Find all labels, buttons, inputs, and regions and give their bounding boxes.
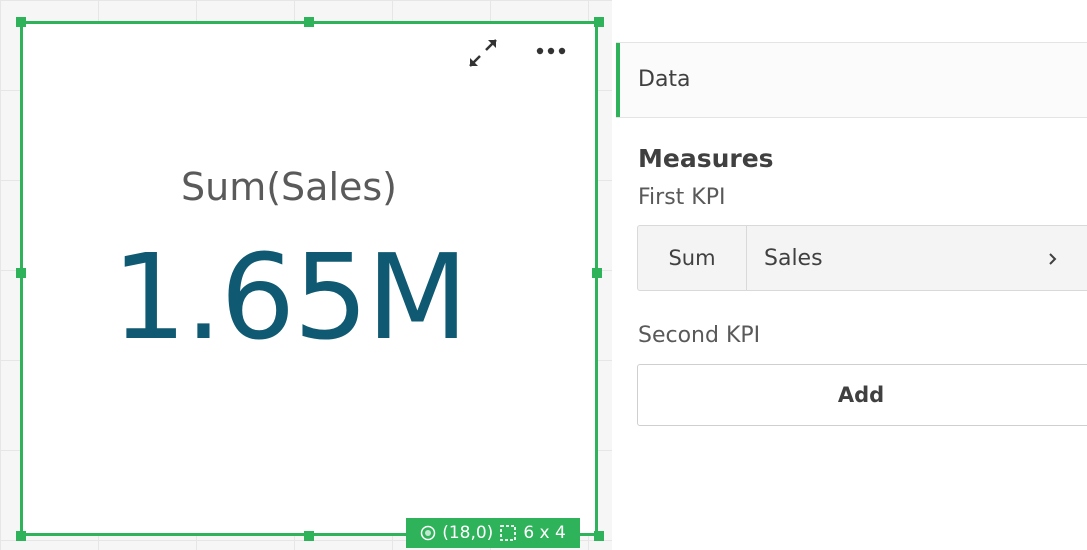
tab-data-label: Data: [638, 67, 691, 92]
chevron-right-icon[interactable]: [1038, 244, 1068, 274]
dashed-box-icon: [499, 524, 517, 542]
resize-handle-bottom-left[interactable]: [16, 531, 26, 541]
object-position: (18,0): [442, 523, 494, 543]
second-kpi-label: Second KPI: [638, 323, 761, 348]
object-size: 6 x 4: [523, 523, 566, 543]
tab-data[interactable]: Data: [616, 42, 1087, 118]
kpi-value: 1.65M: [111, 228, 469, 366]
first-kpi-measure[interactable]: Sum Sales: [637, 225, 1087, 291]
resize-handle-right[interactable]: [592, 268, 602, 278]
add-second-kpi-button[interactable]: Add: [637, 364, 1087, 426]
resize-handle-bottom-right[interactable]: [594, 531, 604, 541]
object-status-bar: (18,0) 6 x 4: [406, 518, 580, 548]
resize-handle-top[interactable]: [304, 17, 314, 27]
target-icon: [420, 525, 436, 541]
measure-field-label: Sales: [764, 245, 823, 271]
expand-arrows-icon[interactable]: [466, 36, 500, 70]
more-horizontal-icon[interactable]: [534, 40, 570, 62]
tab-active-indicator: [616, 43, 620, 117]
resize-handle-bottom[interactable]: [304, 531, 314, 541]
resize-handle-top-left[interactable]: [16, 17, 26, 27]
measures-heading: Measures: [638, 144, 774, 173]
resize-handle-top-right[interactable]: [594, 17, 604, 27]
kpi-label: Sum(Sales): [180, 165, 397, 209]
first-kpi-label: First KPI: [638, 185, 726, 210]
aggregation-label: Sum: [638, 226, 747, 290]
